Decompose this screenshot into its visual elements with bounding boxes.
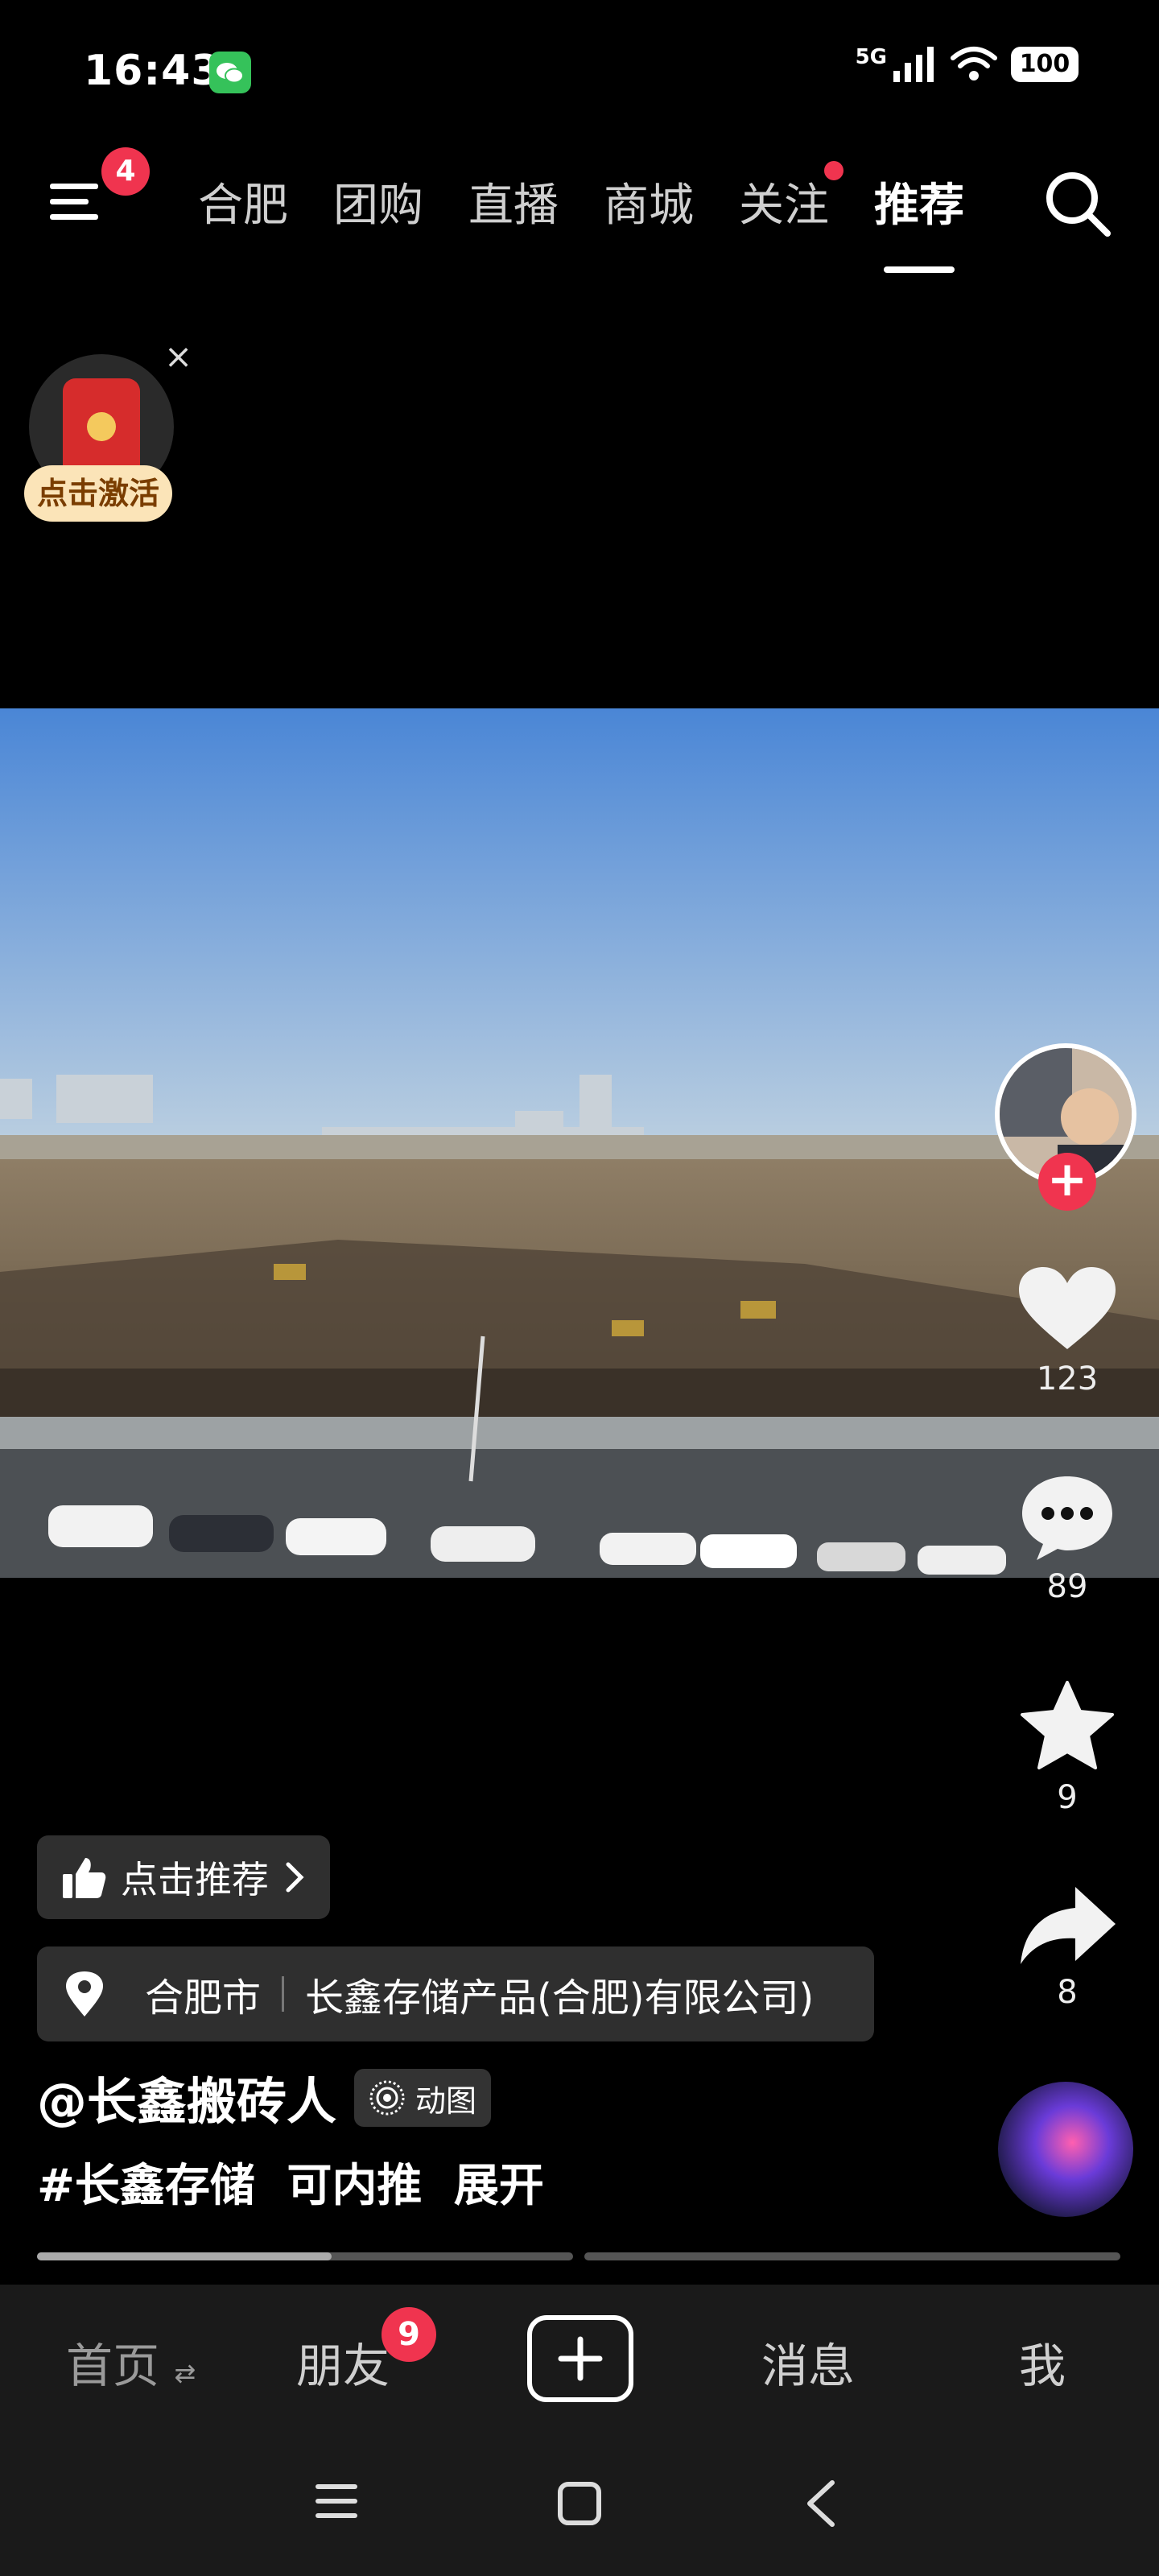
status-icons: 5G 100 xyxy=(856,45,1079,84)
active-tab-underline xyxy=(884,266,955,273)
red-envelope-icon xyxy=(63,378,140,478)
tab-home-label: 首页 xyxy=(66,2339,160,2393)
network-type: 5G xyxy=(855,45,887,69)
recommend-label: 点击推荐 xyxy=(121,1858,269,1901)
chevron-right-icon xyxy=(286,1862,304,1893)
video-scene xyxy=(0,708,1159,1578)
tab-home[interactable]: 首页 ⇄ xyxy=(66,2328,196,2396)
progress-segment-1[interactable] xyxy=(37,2252,573,2260)
thumbs-up-icon xyxy=(63,1858,106,1898)
search-button[interactable] xyxy=(1041,167,1114,240)
tab-recommend-label: 推荐 xyxy=(874,180,964,232)
tab-messages[interactable]: 消息 xyxy=(761,2328,855,2396)
menu-icon xyxy=(50,184,98,220)
progress-segment-2[interactable] xyxy=(584,2252,1120,2260)
plus-icon xyxy=(558,2336,603,2381)
swap-icon: ⇄ xyxy=(174,2358,196,2388)
location-chip[interactable]: 合肥市 长鑫存储产品(合肥)有限公司) xyxy=(37,1946,874,2041)
share-count: 8 xyxy=(1057,1974,1078,2011)
tab-group-buy[interactable]: 团购 xyxy=(333,169,423,234)
follow-button[interactable]: + xyxy=(1038,1153,1096,1211)
author-name[interactable]: @长鑫搬砖人 xyxy=(37,2061,336,2133)
tab-mall[interactable]: 商城 xyxy=(604,169,694,234)
wifi-icon xyxy=(951,47,997,80)
share-button[interactable]: 8 xyxy=(1003,1884,1132,2011)
status-time: 16:43 xyxy=(84,47,221,95)
favorite-button[interactable]: 9 xyxy=(1003,1679,1132,1816)
star-icon xyxy=(1021,1681,1114,1769)
nav-back-button[interactable] xyxy=(802,2478,840,2533)
like-count: 123 xyxy=(1036,1360,1099,1397)
progress-fill-1 xyxy=(37,2252,332,2260)
back-icon xyxy=(807,2480,835,2527)
friends-badge: 9 xyxy=(382,2307,436,2362)
nav-recents-button[interactable] xyxy=(314,2481,359,2524)
nav-home-button[interactable] xyxy=(557,2481,602,2529)
tab-live[interactable]: 直播 xyxy=(468,169,559,234)
menu-badge: 4 xyxy=(101,147,150,196)
share-arrow-icon xyxy=(1021,1887,1116,1964)
location-place: 长鑫存储产品(合肥)有限公司) xyxy=(305,1975,815,2021)
red-packet-close-button[interactable]: × xyxy=(164,336,192,376)
battery-indicator: 100 xyxy=(1011,47,1079,82)
menu-button[interactable] xyxy=(50,179,106,224)
tab-following-label: 关注 xyxy=(739,180,829,232)
signal-icon xyxy=(893,47,934,82)
activate-label[interactable]: 点击激活 xyxy=(24,465,173,522)
comment-button[interactable]: 89 xyxy=(1003,1473,1132,1605)
tab-following[interactable]: 关注 xyxy=(739,161,843,234)
comment-icon xyxy=(1022,1476,1112,1560)
video-frame[interactable] xyxy=(0,708,1159,1578)
favorite-count: 9 xyxy=(1057,1779,1078,1816)
motion-badge-label: 动图 xyxy=(415,2083,477,2119)
location-pin-icon xyxy=(66,1971,103,2017)
tab-hefei[interactable]: 合肥 xyxy=(198,169,288,234)
music-disc[interactable] xyxy=(998,2082,1133,2217)
like-button[interactable]: 123 xyxy=(1003,1265,1132,1397)
wechat-notification-icon xyxy=(209,52,251,93)
tab-friends[interactable]: 朋友 xyxy=(296,2328,390,2396)
following-dot xyxy=(824,161,843,180)
tab-me[interactable]: 我 xyxy=(1019,2328,1066,2396)
recommend-chip[interactable]: 点击推荐 xyxy=(37,1835,330,1919)
motion-photo-badge: 动图 xyxy=(354,2069,492,2127)
comment-count: 89 xyxy=(1046,1568,1088,1605)
caption-hashtag[interactable]: #长鑫存储 xyxy=(37,2160,255,2212)
caption-text: 可内推 xyxy=(287,2160,423,2212)
tab-recommend[interactable]: 推荐 xyxy=(874,169,964,273)
create-post-button[interactable] xyxy=(527,2315,633,2402)
top-tabs: 合肥 团购 直播 商城 关注 推荐 xyxy=(198,161,964,273)
location-separator xyxy=(282,1976,285,2012)
location-city: 合肥市 xyxy=(145,1975,262,2021)
live-photo-icon xyxy=(369,2080,405,2116)
recents-icon xyxy=(316,2484,357,2518)
caption: #长鑫存储 可内推 展开 xyxy=(37,2149,544,2215)
search-icon xyxy=(1046,172,1111,237)
expand-button[interactable]: 展开 xyxy=(454,2160,544,2212)
heart-icon xyxy=(1019,1267,1116,1349)
home-square-icon xyxy=(558,2482,601,2525)
